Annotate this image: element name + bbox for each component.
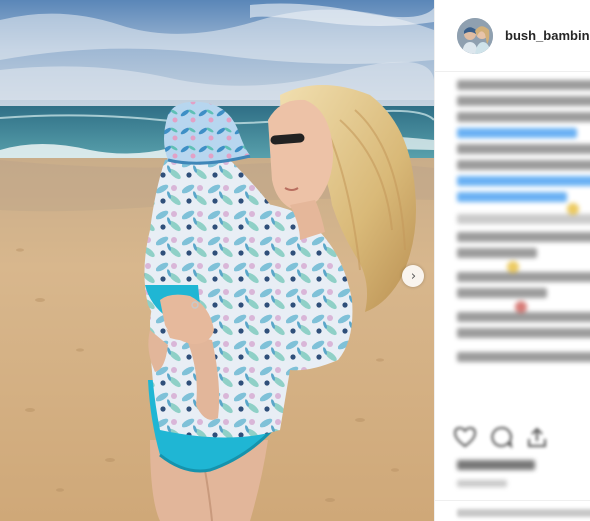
- caption-line: [457, 96, 590, 106]
- post-photo[interactable]: ›: [0, 0, 434, 521]
- instagram-post: › bush_bambinis: [0, 0, 590, 521]
- post-side-panel: bush_bambinis: [434, 0, 590, 521]
- heart-icon[interactable]: [453, 426, 477, 448]
- comments-list: [457, 80, 590, 368]
- beach-photo-image: [0, 0, 434, 521]
- caption-line: [457, 112, 590, 122]
- caption-line: [457, 80, 590, 90]
- comment-line: [457, 248, 537, 258]
- add-comment-field[interactable]: [435, 500, 590, 521]
- action-bar: [453, 426, 549, 448]
- add-comment-placeholder: [457, 509, 590, 517]
- emoji-icon: [507, 258, 519, 276]
- comment-icon[interactable]: [489, 426, 513, 448]
- timestamp: [457, 480, 507, 487]
- caption-line: [457, 144, 590, 154]
- chevron-right-icon: ›: [410, 268, 417, 284]
- hashtag-line: [457, 176, 590, 186]
- post-header: bush_bambinis: [435, 0, 590, 72]
- hashtag-line: [457, 128, 577, 138]
- comment-line: [457, 328, 590, 338]
- likes-text: [457, 460, 535, 470]
- username-link[interactable]: bush_bambinis: [505, 28, 590, 43]
- emoji-icon: [515, 298, 527, 316]
- carousel-next-button[interactable]: ›: [402, 265, 424, 287]
- comment-line: [457, 352, 590, 362]
- caption-line: [457, 160, 590, 170]
- avatar[interactable]: [457, 17, 493, 54]
- comment-line: [457, 288, 547, 298]
- likes-count: [457, 460, 535, 487]
- emoji-icon: [567, 200, 579, 218]
- avatar-image: [457, 17, 493, 54]
- comment-line: [457, 232, 590, 242]
- share-icon[interactable]: [525, 426, 549, 448]
- comment-line: [457, 272, 590, 282]
- hashtag-line: [457, 192, 567, 202]
